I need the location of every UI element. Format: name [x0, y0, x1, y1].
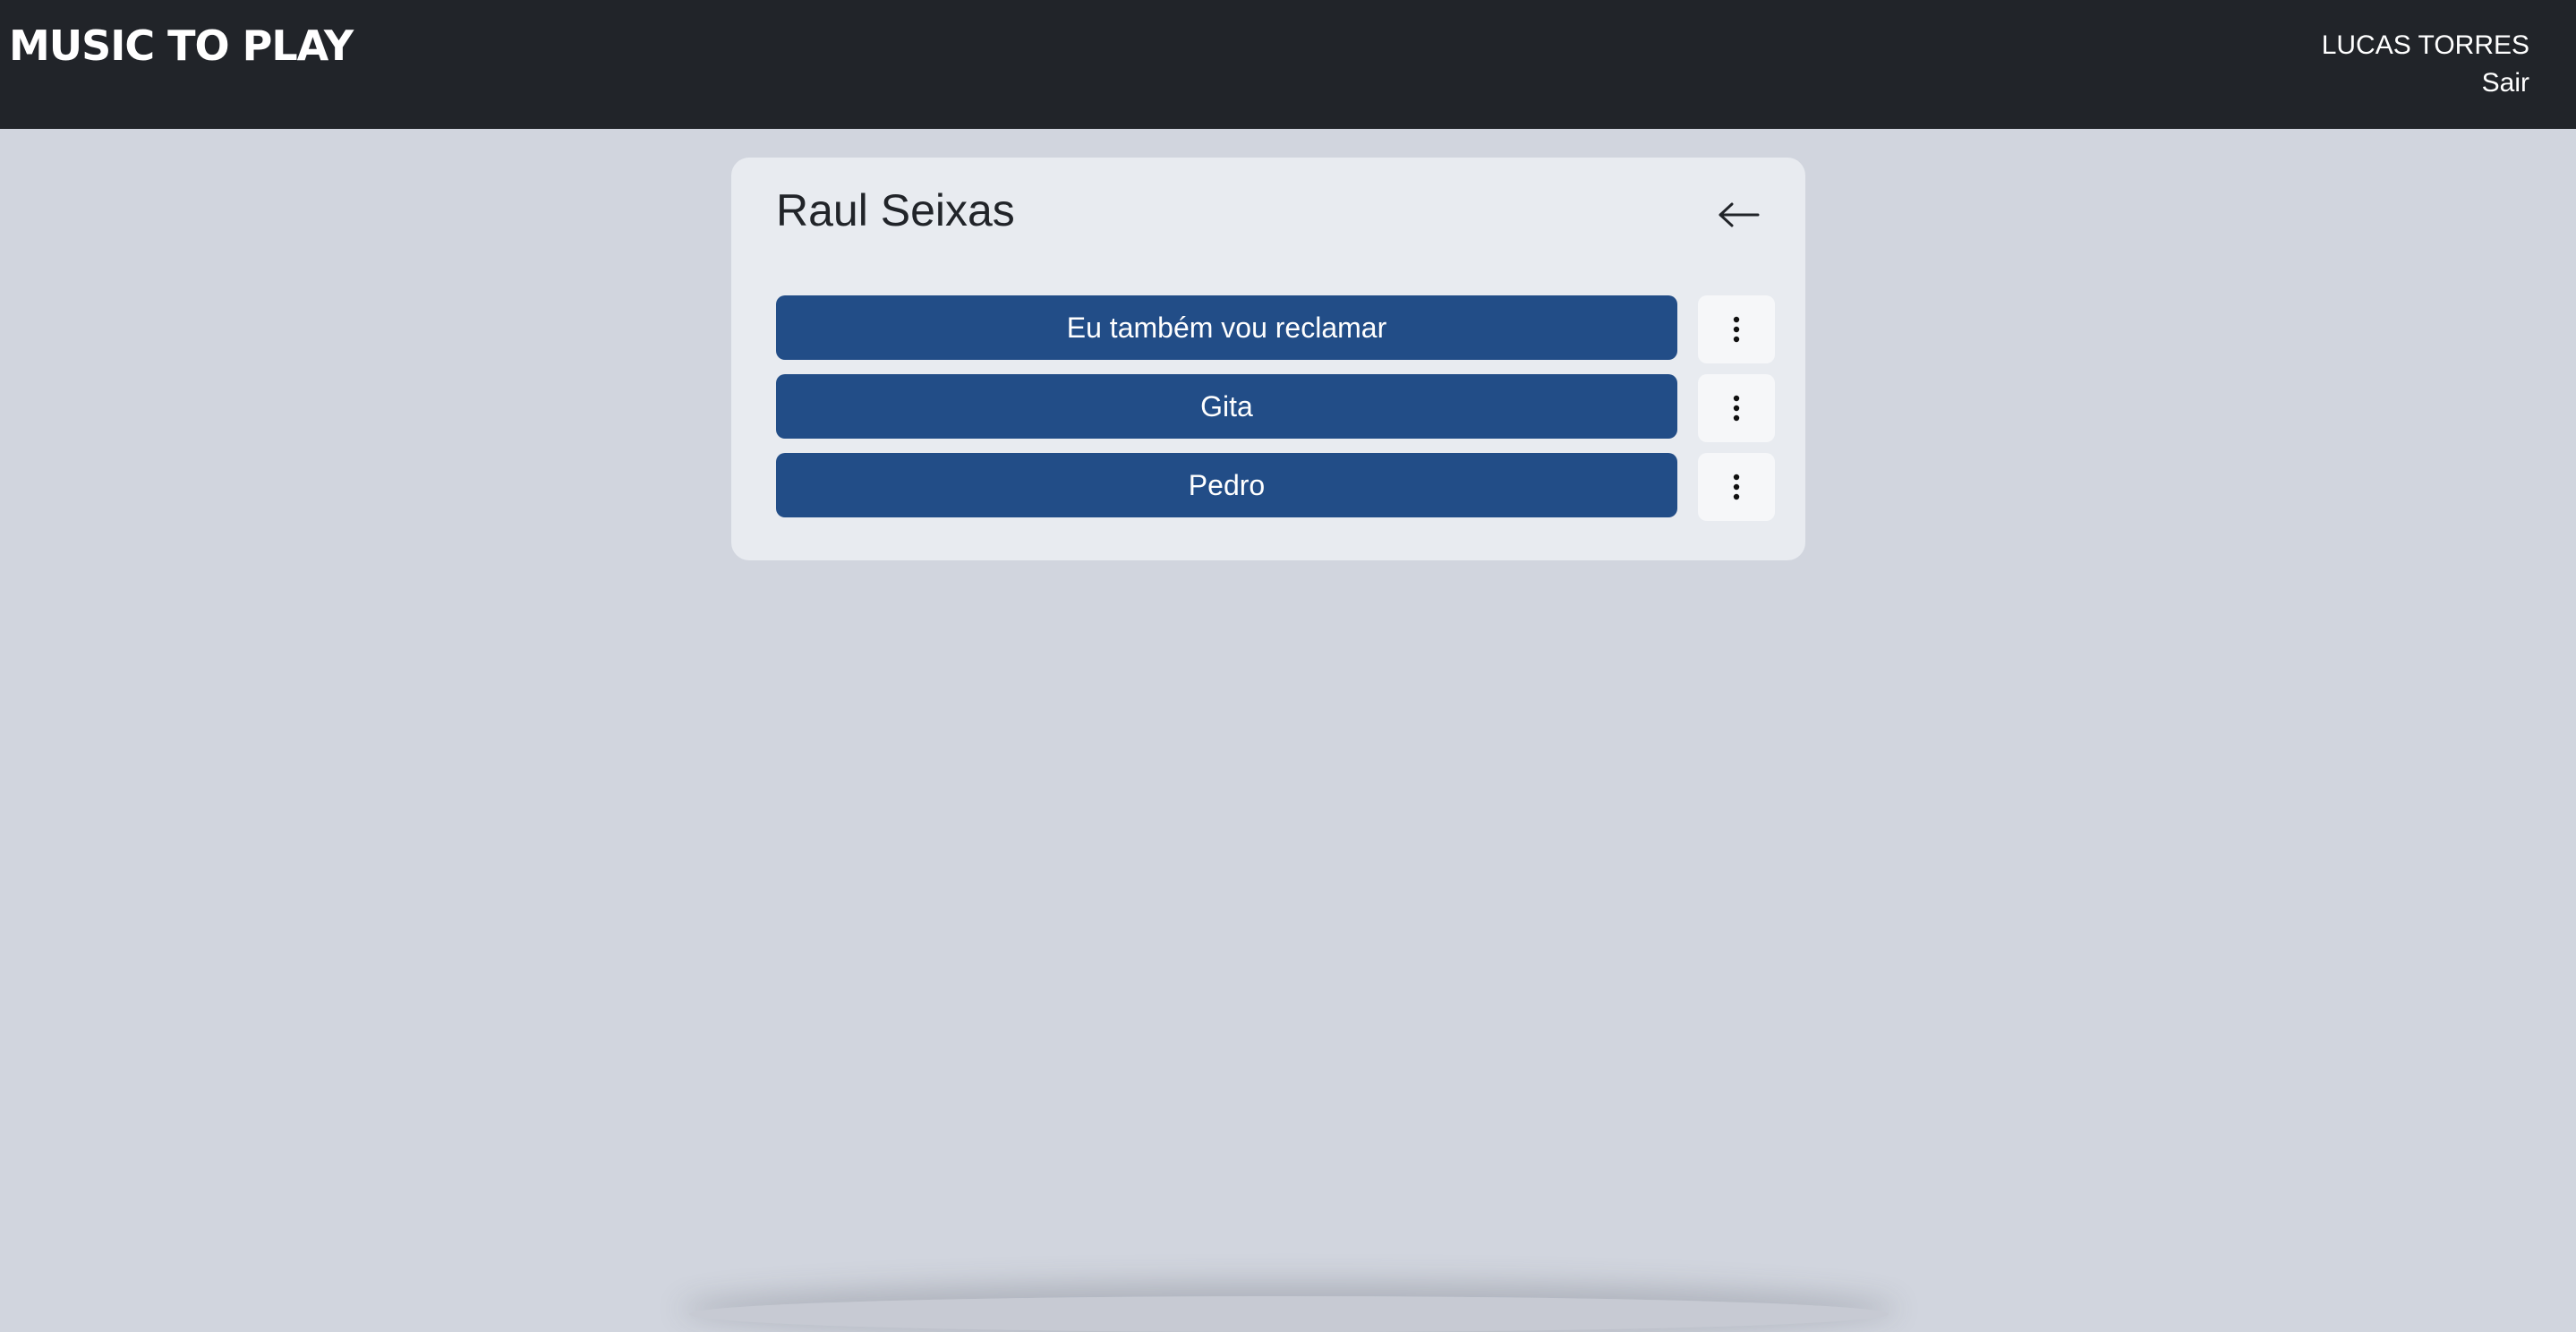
- song-menu-button[interactable]: [1698, 295, 1775, 363]
- user-name: LUCAS TORRES: [2321, 30, 2529, 60]
- song-row: Eu também vou reclamar: [776, 295, 1777, 363]
- song-button[interactable]: Pedro: [776, 453, 1677, 517]
- vertical-dots-icon: [1733, 395, 1740, 422]
- song-row: Gita: [776, 374, 1777, 442]
- bottom-shadow: [689, 1296, 1889, 1332]
- vertical-dots-icon: [1733, 474, 1740, 500]
- song-button[interactable]: Gita: [776, 374, 1677, 439]
- artist-title: Raul Seixas: [776, 185, 1015, 235]
- artist-card: Raul Seixas Eu também vou reclamar Gita: [731, 158, 1805, 560]
- arrow-left-icon: [1719, 202, 1760, 227]
- vertical-dots-icon: [1733, 316, 1740, 343]
- user-block: LUCAS TORRES Sair: [2322, 27, 2529, 102]
- top-bar: MUSIC TO PLAY LUCAS TORRES Sair: [0, 0, 2576, 129]
- back-button[interactable]: [1709, 190, 1770, 240]
- song-button[interactable]: Eu também vou reclamar: [776, 295, 1677, 360]
- song-row: Pedro: [776, 453, 1777, 521]
- song-menu-button[interactable]: [1698, 374, 1775, 442]
- app-brand[interactable]: MUSIC TO PLAY: [9, 21, 354, 70]
- song-menu-button[interactable]: [1698, 453, 1775, 521]
- logout-link[interactable]: Sair: [2482, 64, 2529, 102]
